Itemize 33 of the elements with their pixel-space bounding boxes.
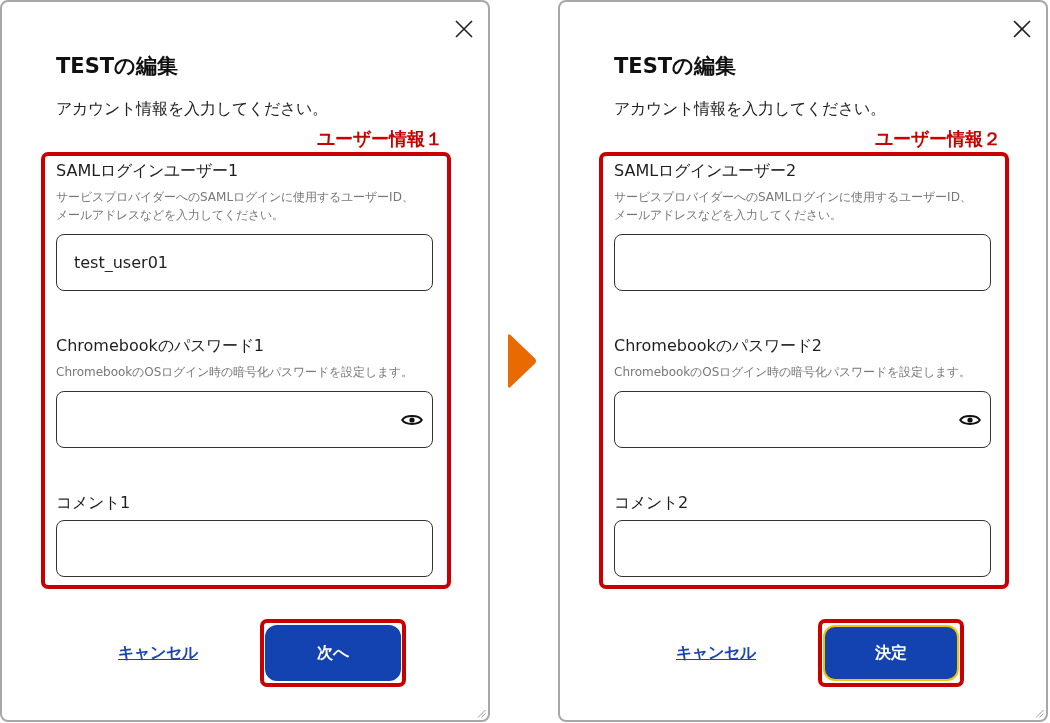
field-hint: サービスプロバイダーへのSAMLログインに使用するユーザーID、メールアドレスなどを入力してください。 <box>56 189 415 224</box>
field-hint: ChromebookのOSログイン時の暗号化パスワードを設定します。 <box>614 364 973 381</box>
input-field[interactable] <box>614 520 991 577</box>
primary-button[interactable]: 決定 <box>823 625 959 681</box>
dialog-subtitle: アカウント情報を入力してください。 <box>56 98 329 120</box>
field-label: Chromebookのパスワード1 <box>56 335 265 357</box>
dialog-title: TESTの編集 <box>614 53 738 80</box>
close-button[interactable] <box>455 20 473 38</box>
password-field[interactable] <box>56 391 433 448</box>
field-label: SAMLログインユーザー1 <box>56 160 240 182</box>
field-label: コメント1 <box>56 492 132 514</box>
cancel-link[interactable]: キャンセル <box>676 643 756 662</box>
resize-grip-icon[interactable] <box>1035 709 1044 718</box>
field-label: コメント2 <box>614 492 690 514</box>
field-label: SAMLログインユーザー2 <box>614 160 798 182</box>
close-button[interactable] <box>1013 20 1031 38</box>
field-label: Chromebookのパスワード2 <box>614 335 823 357</box>
primary-button[interactable]: 次へ <box>265 625 401 681</box>
annotation-label: ユーザー情報２ <box>874 127 1002 151</box>
field-hint: サービスプロバイダーへのSAMLログインに使用するユーザーID、メールアドレスなどを入力してください。 <box>614 189 973 224</box>
dialog-title: TESTの編集 <box>56 53 180 80</box>
eye-icon[interactable] <box>959 412 981 427</box>
input-field[interactable] <box>56 520 433 577</box>
triangle-arrow-icon <box>505 333 537 389</box>
annotation-label: ユーザー情報１ <box>316 127 444 151</box>
dialog-subtitle: アカウント情報を入力してください。 <box>614 98 887 120</box>
eye-icon[interactable] <box>401 412 423 427</box>
input-field[interactable]: test_user01 <box>56 234 433 291</box>
input-field[interactable] <box>614 234 991 291</box>
field-hint: ChromebookのOSログイン時の暗号化パスワードを設定します。 <box>56 364 415 381</box>
cancel-link[interactable]: キャンセル <box>118 643 198 662</box>
password-field[interactable] <box>614 391 991 448</box>
resize-grip-icon[interactable] <box>477 709 486 718</box>
